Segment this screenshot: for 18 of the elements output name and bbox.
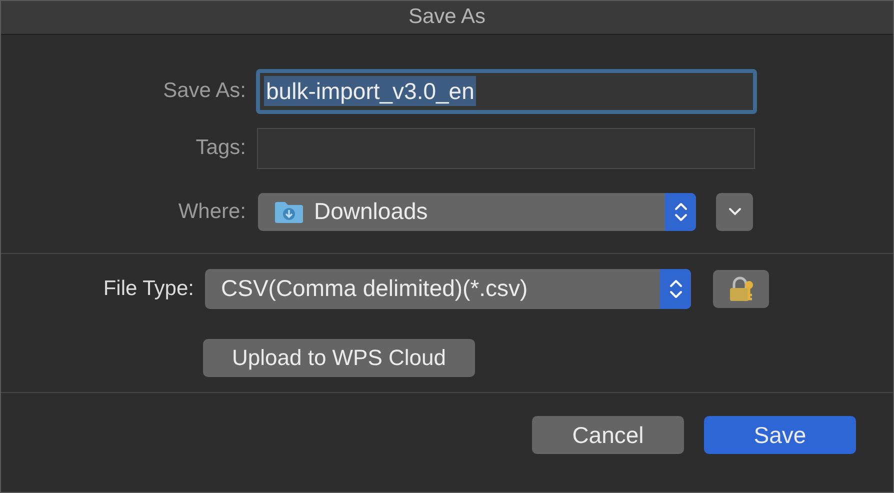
tags-field[interactable] bbox=[257, 128, 755, 169]
file-type-popup[interactable]: CSV(Comma delimited)(*.csv) bbox=[205, 268, 691, 308]
filename-field[interactable]: bulk-import_v3.0_en bbox=[256, 68, 757, 114]
lock-button[interactable] bbox=[713, 270, 769, 308]
cancel-button[interactable]: Cancel bbox=[532, 416, 684, 454]
save-button[interactable]: Save bbox=[704, 416, 856, 454]
filename-text: bulk-import_v3.0_en bbox=[264, 76, 476, 106]
field-label: Where: bbox=[177, 200, 246, 224]
upload-button[interactable]: Upload to WPS Cloud bbox=[203, 338, 475, 376]
expand-button[interactable] bbox=[716, 192, 753, 231]
window-title: Save As bbox=[408, 5, 486, 30]
chevron-down-icon bbox=[728, 207, 742, 216]
folder-icon bbox=[274, 200, 304, 224]
field-label: Tags: bbox=[194, 136, 246, 160]
padlock-icon bbox=[727, 274, 755, 302]
location-popup[interactable]: Downloads bbox=[258, 192, 696, 231]
field-label: Save As: bbox=[162, 79, 246, 104]
field-label: File Type: bbox=[102, 276, 194, 300]
